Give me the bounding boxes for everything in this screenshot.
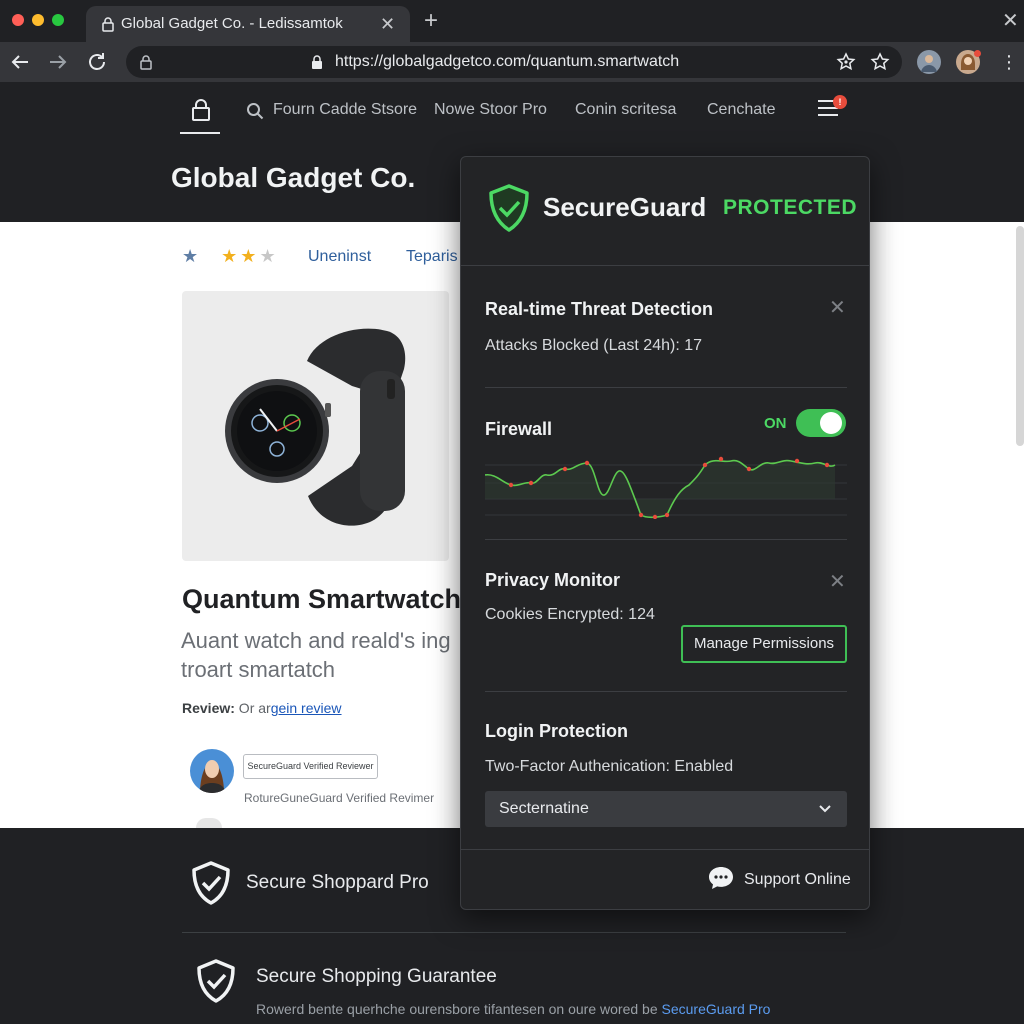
search-icon[interactable] bbox=[246, 102, 264, 120]
nav-link-collections[interactable]: Conin scritesa bbox=[575, 101, 676, 119]
login-protection-select[interactable]: Secternatine bbox=[485, 791, 847, 827]
threat-detection-title: Real-time Threat Detection bbox=[485, 299, 714, 319]
support-label: Support Online bbox=[744, 871, 851, 888]
notification-dot bbox=[974, 50, 981, 57]
nav-link-store[interactable]: Fourn Cadde Stsore bbox=[273, 101, 417, 119]
window-close-icon[interactable]: ✕ bbox=[1002, 8, 1019, 33]
nav-link-pro[interactable]: Nowe Stoor Pro bbox=[434, 101, 547, 119]
footer-divider bbox=[461, 849, 869, 850]
chevron-down-icon bbox=[819, 805, 831, 813]
menu-kebab-icon[interactable]: ⋮ bbox=[1000, 52, 1018, 72]
lock-icon bbox=[312, 55, 322, 69]
review-label: Review: bbox=[182, 700, 235, 716]
firewall-activity-chart bbox=[485, 456, 847, 519]
popup-title: SecureGuard bbox=[543, 192, 707, 222]
browser-toolbar: https://globalgadgetco.com/quantum.smart… bbox=[0, 42, 1024, 82]
write-review-link[interactable]: gein review bbox=[271, 700, 342, 716]
tab-close-icon[interactable]: ✕ bbox=[380, 14, 395, 35]
shield-check-icon bbox=[197, 959, 235, 1003]
cookies-encrypted-text: Cookies Encrypted: 124 bbox=[485, 606, 655, 623]
review-prefix: Or ar bbox=[234, 700, 271, 716]
secureguard-pro-link[interactable]: SecureGuard Pro bbox=[662, 1001, 771, 1017]
section-divider bbox=[485, 387, 847, 388]
secureguard-popup: SecureGuard PROTECTED Real-time Threat D… bbox=[460, 156, 870, 910]
guarantee-title: Secure Shopping Guarantee bbox=[256, 966, 497, 987]
tab-title: Global Gadget Co. - Ledissamtok bbox=[121, 15, 343, 32]
manage-permissions-button[interactable]: Manage Permissions bbox=[681, 625, 847, 663]
window-maximize-dot[interactable] bbox=[52, 14, 64, 26]
rating-link[interactable]: Uneninst bbox=[308, 248, 371, 266]
guarantee-text: Rowerd bente querhche ourensbore tifante… bbox=[256, 1001, 770, 1017]
star-icon[interactable] bbox=[870, 52, 890, 72]
section-divider bbox=[485, 539, 847, 540]
bookmark-star-icon[interactable] bbox=[836, 52, 856, 72]
attacks-blocked-text: Attacks Blocked (Last 24h): 17 bbox=[485, 337, 702, 354]
notification-badge: ! bbox=[833, 95, 847, 109]
close-icon[interactable]: ✕ bbox=[829, 298, 846, 318]
chat-bubble-icon bbox=[709, 867, 733, 889]
back-arrow-icon[interactable] bbox=[8, 50, 32, 74]
footer-divider bbox=[182, 932, 846, 933]
shield-check-icon bbox=[192, 861, 230, 905]
page-scrollbar[interactable] bbox=[1016, 226, 1024, 446]
lock-icon bbox=[102, 17, 114, 32]
section-divider bbox=[485, 691, 847, 692]
browser-tab-bar: Global Gadget Co. - Ledissamtok ✕ + ✕ bbox=[0, 0, 1024, 42]
shield-check-icon bbox=[489, 184, 529, 232]
reviewer-avatar bbox=[190, 749, 234, 793]
close-icon[interactable]: ✕ bbox=[829, 572, 846, 592]
select-value: Secternatine bbox=[499, 800, 589, 817]
two-factor-status-text: Two-Factor Authenication: Enabled bbox=[485, 758, 734, 775]
rating-stars: ★ ★★★ bbox=[182, 246, 279, 267]
reload-icon[interactable] bbox=[85, 50, 109, 74]
site-info-icon[interactable] bbox=[138, 54, 154, 70]
browser-tab[interactable]: Global Gadget Co. - Ledissamtok ✕ bbox=[86, 6, 410, 42]
lock-icon[interactable] bbox=[190, 98, 212, 122]
profile-avatar[interactable] bbox=[917, 50, 941, 74]
new-tab-button[interactable]: + bbox=[424, 7, 438, 35]
address-bar[interactable]: https://globalgadgetco.com/quantum.smart… bbox=[126, 46, 902, 78]
product-image[interactable] bbox=[182, 291, 449, 561]
firewall-toggle-label: ON bbox=[764, 415, 787, 432]
header-divider bbox=[461, 265, 869, 266]
firewall-toggle[interactable] bbox=[796, 409, 846, 437]
forward-arrow-icon[interactable] bbox=[46, 50, 70, 74]
firewall-title: Firewall bbox=[485, 419, 553, 439]
product-title: Quantum Smartwatch bbox=[182, 584, 462, 614]
review-line: Review: Or argein review bbox=[182, 700, 342, 716]
footer-item-title: Secure Shoppard Pro bbox=[246, 872, 429, 893]
star-icon: ★ bbox=[182, 246, 202, 266]
star-icon: ★★ bbox=[221, 246, 260, 266]
privacy-monitor-title: Privacy Monitor bbox=[485, 570, 621, 590]
brand-title[interactable]: Global Gadget Co. bbox=[171, 162, 415, 194]
active-nav-underline bbox=[180, 132, 220, 134]
product-description: Auant watch and reald's ing troart smart… bbox=[181, 628, 451, 682]
reviewer-name: RotureGuneGuard Verified Revimer bbox=[244, 791, 435, 805]
next-reviewer-avatar bbox=[196, 818, 222, 828]
login-protection-title: Login Protection bbox=[485, 721, 628, 741]
window-minimize-dot[interactable] bbox=[32, 14, 44, 26]
protection-status: PROTECTED bbox=[723, 196, 858, 219]
guarantee-text-body: Rowerd bente querhche ourensbore tifante… bbox=[256, 1001, 662, 1017]
url-text: https://globalgadgetco.com/quantum.smart… bbox=[335, 53, 680, 70]
nav-link-checkout[interactable]: Cenchate bbox=[707, 101, 776, 119]
window-close-dot[interactable] bbox=[12, 14, 24, 26]
toggle-knob bbox=[820, 412, 842, 434]
rating-link[interactable]: Teparis bbox=[406, 248, 458, 266]
verified-reviewer-badge: SecureGuard Verified Reviewer bbox=[243, 754, 378, 779]
star-icon: ★ bbox=[259, 246, 279, 266]
